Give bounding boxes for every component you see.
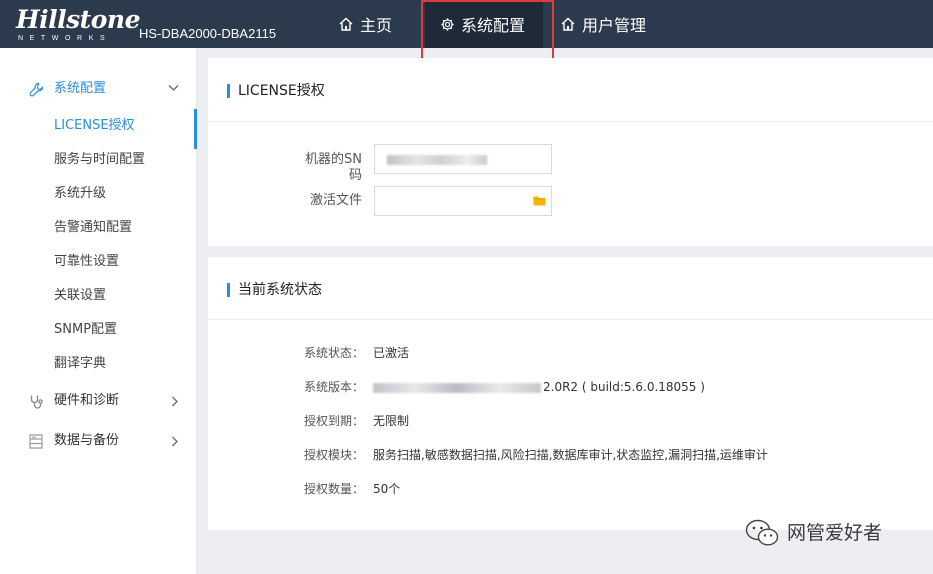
home-icon	[561, 17, 575, 31]
gear-icon	[441, 17, 454, 31]
wrench-icon	[29, 82, 44, 97]
sn-field[interactable]	[374, 144, 552, 174]
logo-sub-text: NETWORKS	[18, 35, 112, 42]
activation-file-field[interactable]	[374, 186, 552, 216]
quantity-value: 50个	[373, 482, 401, 496]
expiry-value: 无限制	[373, 414, 410, 428]
sidebar-item-reliability[interactable]: 可靠性设置	[54, 254, 119, 270]
chevron-right-icon	[172, 436, 178, 447]
sidebar-item-association[interactable]: 关联设置	[54, 288, 106, 304]
active-indicator-bar	[194, 109, 197, 149]
version-redacted	[373, 382, 541, 393]
home-icon	[339, 17, 353, 31]
version-row: 2.0R2 ( build:5.6.0.18055 )	[373, 379, 705, 395]
nav-home-label: 主页	[360, 16, 393, 35]
sidebar-item-system-upgrade[interactable]: 系统升级	[54, 186, 106, 202]
wechat-icon	[745, 519, 779, 546]
nav-home[interactable]: 主页	[338, 0, 392, 48]
device-model: HS-DBA2000-DBA2115	[139, 26, 277, 41]
status-panel-title: 当前系统状态	[238, 282, 322, 298]
nav-system-config-label: 系统配置	[461, 16, 526, 35]
quantity-label: 授权数量：	[304, 482, 365, 496]
license-panel: LICENSE授权 机器的SN码 激活文件	[208, 58, 933, 246]
sn-label: 机器的SN码	[305, 152, 362, 183]
sn-value-redacted	[387, 155, 487, 165]
system-status-panel: 当前系统状态 系统状态： 已激活 系统版本： 2.0R2 ( build:5.6…	[208, 257, 933, 530]
nav-system-config[interactable]: 系统配置	[425, 0, 543, 48]
modules-label: 授权模块：	[304, 448, 365, 462]
sidebar-group-data-backup[interactable]: 数据与备份	[0, 424, 197, 458]
sidebar-item-translation-dict[interactable]: 翻译字典	[54, 356, 106, 372]
database-icon	[29, 434, 43, 449]
status-panel-header: 当前系统状态	[208, 257, 933, 320]
sidebar-item-alert-config[interactable]: 告警通知配置	[54, 220, 132, 236]
sidebar-item-license[interactable]: LICENSE授权	[54, 118, 135, 134]
logo-main-text: Hillstone	[16, 5, 141, 34]
top-header: Hillstone NETWORKS HS-DBA2000-DBA2115 主页…	[0, 0, 933, 48]
chevron-right-icon	[172, 396, 178, 407]
panel-title-bar	[227, 84, 230, 98]
version-value: 2.0R2 ( build:5.6.0.18055 )	[543, 380, 705, 394]
folder-icon[interactable]	[533, 195, 546, 206]
activation-file-label: 激活文件	[309, 193, 362, 208]
version-label: 系统版本：	[304, 380, 365, 394]
status-value: 已激活	[373, 346, 410, 360]
hillstone-logo[interactable]: Hillstone NETWORKS	[16, 6, 141, 44]
sidebar-group-label: 数据与备份	[54, 433, 120, 448]
sidebar-group-hardware[interactable]: 硬件和诊断	[0, 384, 197, 418]
expiry-label: 授权到期：	[304, 414, 365, 428]
sidebar-item-snmp[interactable]: SNMP配置	[54, 322, 117, 338]
chevron-down-icon	[168, 85, 179, 91]
watermark: 网管爱好者	[745, 519, 882, 547]
nav-user-management-label: 用户管理	[582, 16, 647, 35]
modules-value: 服务扫描,敏感数据扫描,风险扫描,数据库审计,状态监控,漏洞扫描,运维审计	[373, 448, 768, 462]
sidebar-group-label: 系统配置	[54, 81, 107, 96]
license-panel-title: LICENSE授权	[238, 83, 325, 99]
nav-user-management[interactable]: 用户管理	[560, 0, 646, 48]
sidebar: 系统配置 LICENSE授权 服务与时间配置 系统升级 告警通知配置 可靠性设置…	[0, 48, 197, 574]
watermark-text: 网管爱好者	[787, 522, 883, 544]
sidebar-item-service-time[interactable]: 服务与时间配置	[54, 152, 145, 168]
sidebar-group-label: 硬件和诊断	[54, 393, 120, 408]
stethoscope-icon	[30, 395, 43, 409]
sidebar-group-system-config[interactable]: 系统配置	[0, 72, 197, 106]
license-panel-header: LICENSE授权	[208, 58, 933, 122]
status-label: 系统状态：	[304, 346, 365, 360]
panel-title-bar	[227, 283, 230, 297]
